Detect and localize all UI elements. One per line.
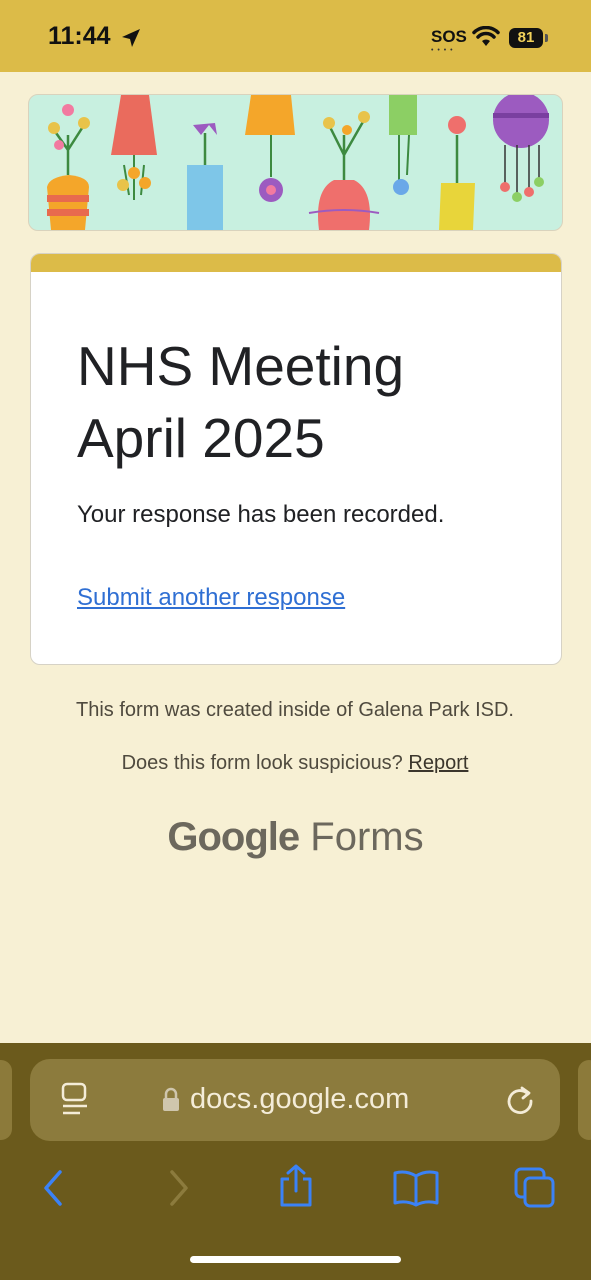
report-link[interactable]: Report	[408, 752, 468, 774]
previous-tab-edge[interactable]	[0, 1060, 12, 1140]
forms-wordmark: Forms	[310, 815, 424, 859]
url-text[interactable]: docs.google.com	[190, 1083, 409, 1116]
home-indicator[interactable]	[190, 1256, 401, 1263]
status-bar: 11:44 SOS • • • • 81	[0, 0, 591, 72]
form-title: NHS Meeting April 2025	[77, 335, 405, 469]
form-header-image	[28, 94, 563, 231]
reload-icon[interactable]	[504, 1084, 536, 1116]
location-arrow-icon	[122, 29, 140, 47]
signal-dots: • • • •	[431, 47, 454, 54]
google-forms-logo[interactable]: Google Forms	[0, 815, 591, 860]
forward-icon[interactable]	[164, 1168, 192, 1208]
flower-vases-illustration	[47, 95, 549, 230]
reader-icon[interactable]	[60, 1082, 90, 1118]
tabs-icon[interactable]	[512, 1165, 558, 1211]
wifi-icon	[472, 26, 500, 46]
confirmation-card: NHS Meeting April 2025 Your response has…	[30, 253, 562, 665]
google-wordmark: Google	[167, 815, 300, 859]
share-icon[interactable]	[276, 1163, 316, 1209]
submit-another-response-link[interactable]: Submit another response	[77, 584, 345, 612]
sos-indicator: SOS	[431, 27, 467, 46]
status-time: 11:44	[48, 22, 111, 50]
battery-icon: 81	[509, 28, 543, 48]
battery-cap	[545, 34, 548, 42]
created-inside-notice: This form was created inside of Galena P…	[76, 699, 514, 721]
theme-accent-bar	[31, 254, 561, 272]
next-tab-edge[interactable]	[578, 1060, 591, 1140]
suspicious-question: Does this form look suspicious?	[121, 752, 403, 774]
lock-icon	[163, 1087, 179, 1111]
bookmarks-icon[interactable]	[392, 1168, 440, 1208]
suspicious-notice: Does this form look suspicious? Report	[60, 752, 530, 775]
back-icon[interactable]	[40, 1168, 68, 1208]
response-recorded-message: Your response has been recorded.	[77, 501, 445, 528]
